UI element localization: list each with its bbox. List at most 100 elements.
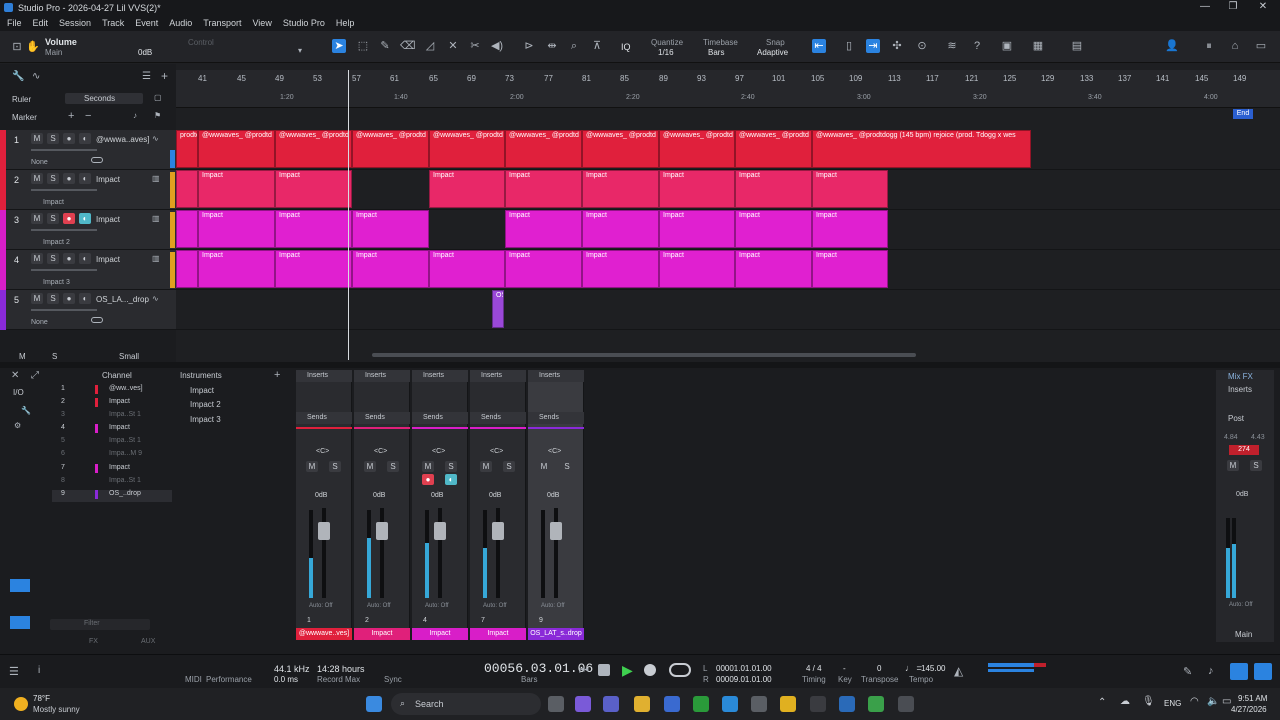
main-inserts-header[interactable]: Inserts — [1228, 385, 1252, 394]
record-arm-button[interactable]: ● — [63, 213, 75, 224]
audio-clip[interactable]: @wwwaves_ @prodtd — [505, 130, 582, 168]
marker-flag-icon[interactable]: ⚑ — [154, 111, 161, 120]
midi-clip[interactable]: Impact — [352, 250, 429, 288]
gain-value[interactable]: 0dB — [373, 492, 385, 499]
channel-row[interactable]: 2 Impact — [52, 398, 172, 410]
inserts-header[interactable]: Inserts — [528, 370, 584, 382]
menu-edit[interactable]: Edit — [33, 18, 49, 28]
pan-value[interactable]: <C> — [374, 448, 387, 455]
position-unit[interactable]: Bars — [521, 675, 537, 684]
hand-icon[interactable]: ✋ — [26, 40, 40, 54]
chevron-down-icon[interactable]: ▾ — [293, 44, 307, 58]
mix-fx-label[interactable]: Mix FX — [1228, 372, 1253, 381]
mute-button[interactable]: M — [306, 461, 318, 472]
record-arm-button[interactable]: ● — [422, 474, 434, 485]
range-tool-icon[interactable]: ⬚ — [356, 39, 370, 53]
track-instrument[interactable]: Impact 3 — [43, 279, 70, 286]
pencil-tool-icon[interactable]: ✎ — [378, 39, 392, 53]
footer-solo-all[interactable]: S — [52, 352, 57, 361]
language-indicator[interactable]: ENG — [1164, 699, 1181, 708]
volume-fader[interactable] — [318, 522, 330, 540]
midi-clip[interactable]: Impact — [505, 250, 582, 288]
solo-button[interactable]: S — [47, 253, 59, 264]
timebase-select[interactable]: Bars — [708, 48, 724, 57]
channel-row[interactable]: 8 Impa..St 1 — [52, 477, 172, 489]
midi-clip[interactable]: Impact — [735, 250, 812, 288]
snap-toggle-icon[interactable]: ⇤ — [812, 39, 826, 53]
position-display[interactable]: 00056.03.01.06 — [484, 661, 593, 676]
track-name[interactable]: Impact — [96, 215, 120, 224]
list-icon[interactable]: ☰ — [142, 71, 151, 82]
add-marker-icon[interactable]: + — [68, 110, 74, 122]
loop-icon[interactable] — [669, 663, 691, 677]
audio-clip[interactable]: @wwwaves_ @prodtdogg (145 bpm) rejoice (… — [812, 130, 1031, 168]
studio-pro-taskbar-icon[interactable] — [839, 696, 855, 712]
info-icon[interactable]: i — [38, 665, 40, 676]
clock-date[interactable]: 4/27/2026 — [1231, 705, 1267, 714]
post-label[interactable]: Post — [1228, 414, 1244, 423]
audio-clip[interactable]: OS — [492, 290, 504, 328]
track-lane-3[interactable]: Impact Impact Impact Impact Impact Impac… — [176, 210, 1280, 250]
channel-row[interactable]: 4 Impact — [52, 424, 172, 436]
mute-button[interactable]: M — [31, 293, 43, 304]
solo-button[interactable]: S — [445, 461, 457, 472]
console-icon[interactable] — [10, 616, 30, 629]
record-arm-button[interactable]: ● — [63, 253, 75, 264]
snap-select[interactable]: Adaptive — [757, 48, 788, 57]
instrument-item[interactable]: Impact 2 — [190, 400, 221, 409]
track-lane-2[interactable]: Impact Impact Impact Impact Impact Impac… — [176, 170, 1280, 210]
strip-name[interactable]: Impact — [354, 628, 410, 640]
layout-icon[interactable]: ▤ — [1070, 39, 1084, 53]
main-bus-strip[interactable]: Mix FX Inserts Post 4.84 4.43 274 M S 0d… — [1216, 370, 1274, 642]
track-name[interactable]: Impact — [96, 255, 120, 264]
edge-icon[interactable] — [722, 696, 738, 712]
mute-button[interactable]: M — [480, 461, 492, 472]
keyboard-icon[interactable] — [10, 579, 30, 592]
menu-view[interactable]: View — [252, 18, 271, 28]
midi-clip[interactable]: Impact — [429, 250, 505, 288]
plugin-icon[interactable]: ⚙ — [14, 421, 21, 430]
close-console-icon[interactable]: ✕ — [11, 370, 19, 381]
automation-mode[interactable]: Auto: Off — [425, 603, 449, 609]
midi-clip[interactable]: Impact — [275, 210, 352, 248]
channel-row[interactable]: 6 Impa...M 9 — [52, 450, 172, 462]
gain-value[interactable]: 0dB — [315, 492, 327, 499]
mixer-view-icon[interactable]: ⊡ — [10, 40, 24, 54]
track-header-3[interactable]: 3 M S ● ◐ Impact ▥ Impact 2 — [0, 210, 176, 250]
midi-clip[interactable]: Impact — [582, 250, 659, 288]
snap-event-icon[interactable]: ⇥ — [866, 39, 880, 53]
user-icon[interactable]: 👤 — [1165, 39, 1179, 53]
solo-button[interactable]: S — [387, 461, 399, 472]
midi-clip[interactable]: Impact — [505, 210, 582, 248]
midi-clip[interactable]: Impact — [198, 170, 275, 208]
clock-time[interactable]: 9:51 AM — [1238, 694, 1267, 703]
loop-end[interactable]: 00009.01.01.00 — [716, 675, 772, 684]
io-button[interactable]: I/O — [13, 388, 24, 397]
main-solo-button[interactable]: S — [1250, 460, 1262, 471]
inserts-header[interactable]: Inserts — [470, 370, 526, 382]
track-header-4[interactable]: 4 M S ● ◐ Impact ▥ Impact 3 — [0, 250, 176, 290]
main-gain[interactable]: 0dB — [1236, 491, 1248, 498]
edit-icon[interactable]: ✎ — [1183, 665, 1192, 678]
timeline-ruler[interactable]: 41 45 49 53 57 61 65 69 73 77 81 85 89 9… — [176, 70, 1280, 119]
mute-tool-icon[interactable]: ✕ — [446, 39, 460, 53]
capcut-icon[interactable] — [810, 696, 826, 712]
strip-name[interactable]: Impact — [412, 628, 468, 640]
channel-row[interactable]: 1 @ww..ves] — [52, 385, 172, 397]
solo-button[interactable]: S — [47, 213, 59, 224]
file-explorer-icon[interactable] — [634, 696, 650, 712]
aux-filter[interactable]: AUX — [141, 638, 155, 645]
solo-button[interactable]: S — [329, 461, 341, 472]
midi-clip[interactable]: Impact — [812, 210, 888, 248]
menu-file[interactable]: File — [7, 18, 22, 28]
files-view-icon[interactable] — [1254, 663, 1272, 680]
strip-name[interactable]: Impact — [470, 628, 526, 640]
metronome-icon[interactable]: ◭ — [954, 664, 963, 678]
add-instrument-icon[interactable]: + — [274, 369, 280, 381]
store-icon[interactable] — [664, 696, 680, 712]
main-automation-mode[interactable]: Auto: Off — [1229, 602, 1253, 608]
grid-view-icon[interactable]: ▦ — [1031, 39, 1045, 53]
midi-clip[interactable]: Impact — [505, 170, 582, 208]
strip-name[interactable]: OS_LAT_s..drop — [528, 628, 584, 640]
record-icon[interactable] — [644, 664, 656, 676]
